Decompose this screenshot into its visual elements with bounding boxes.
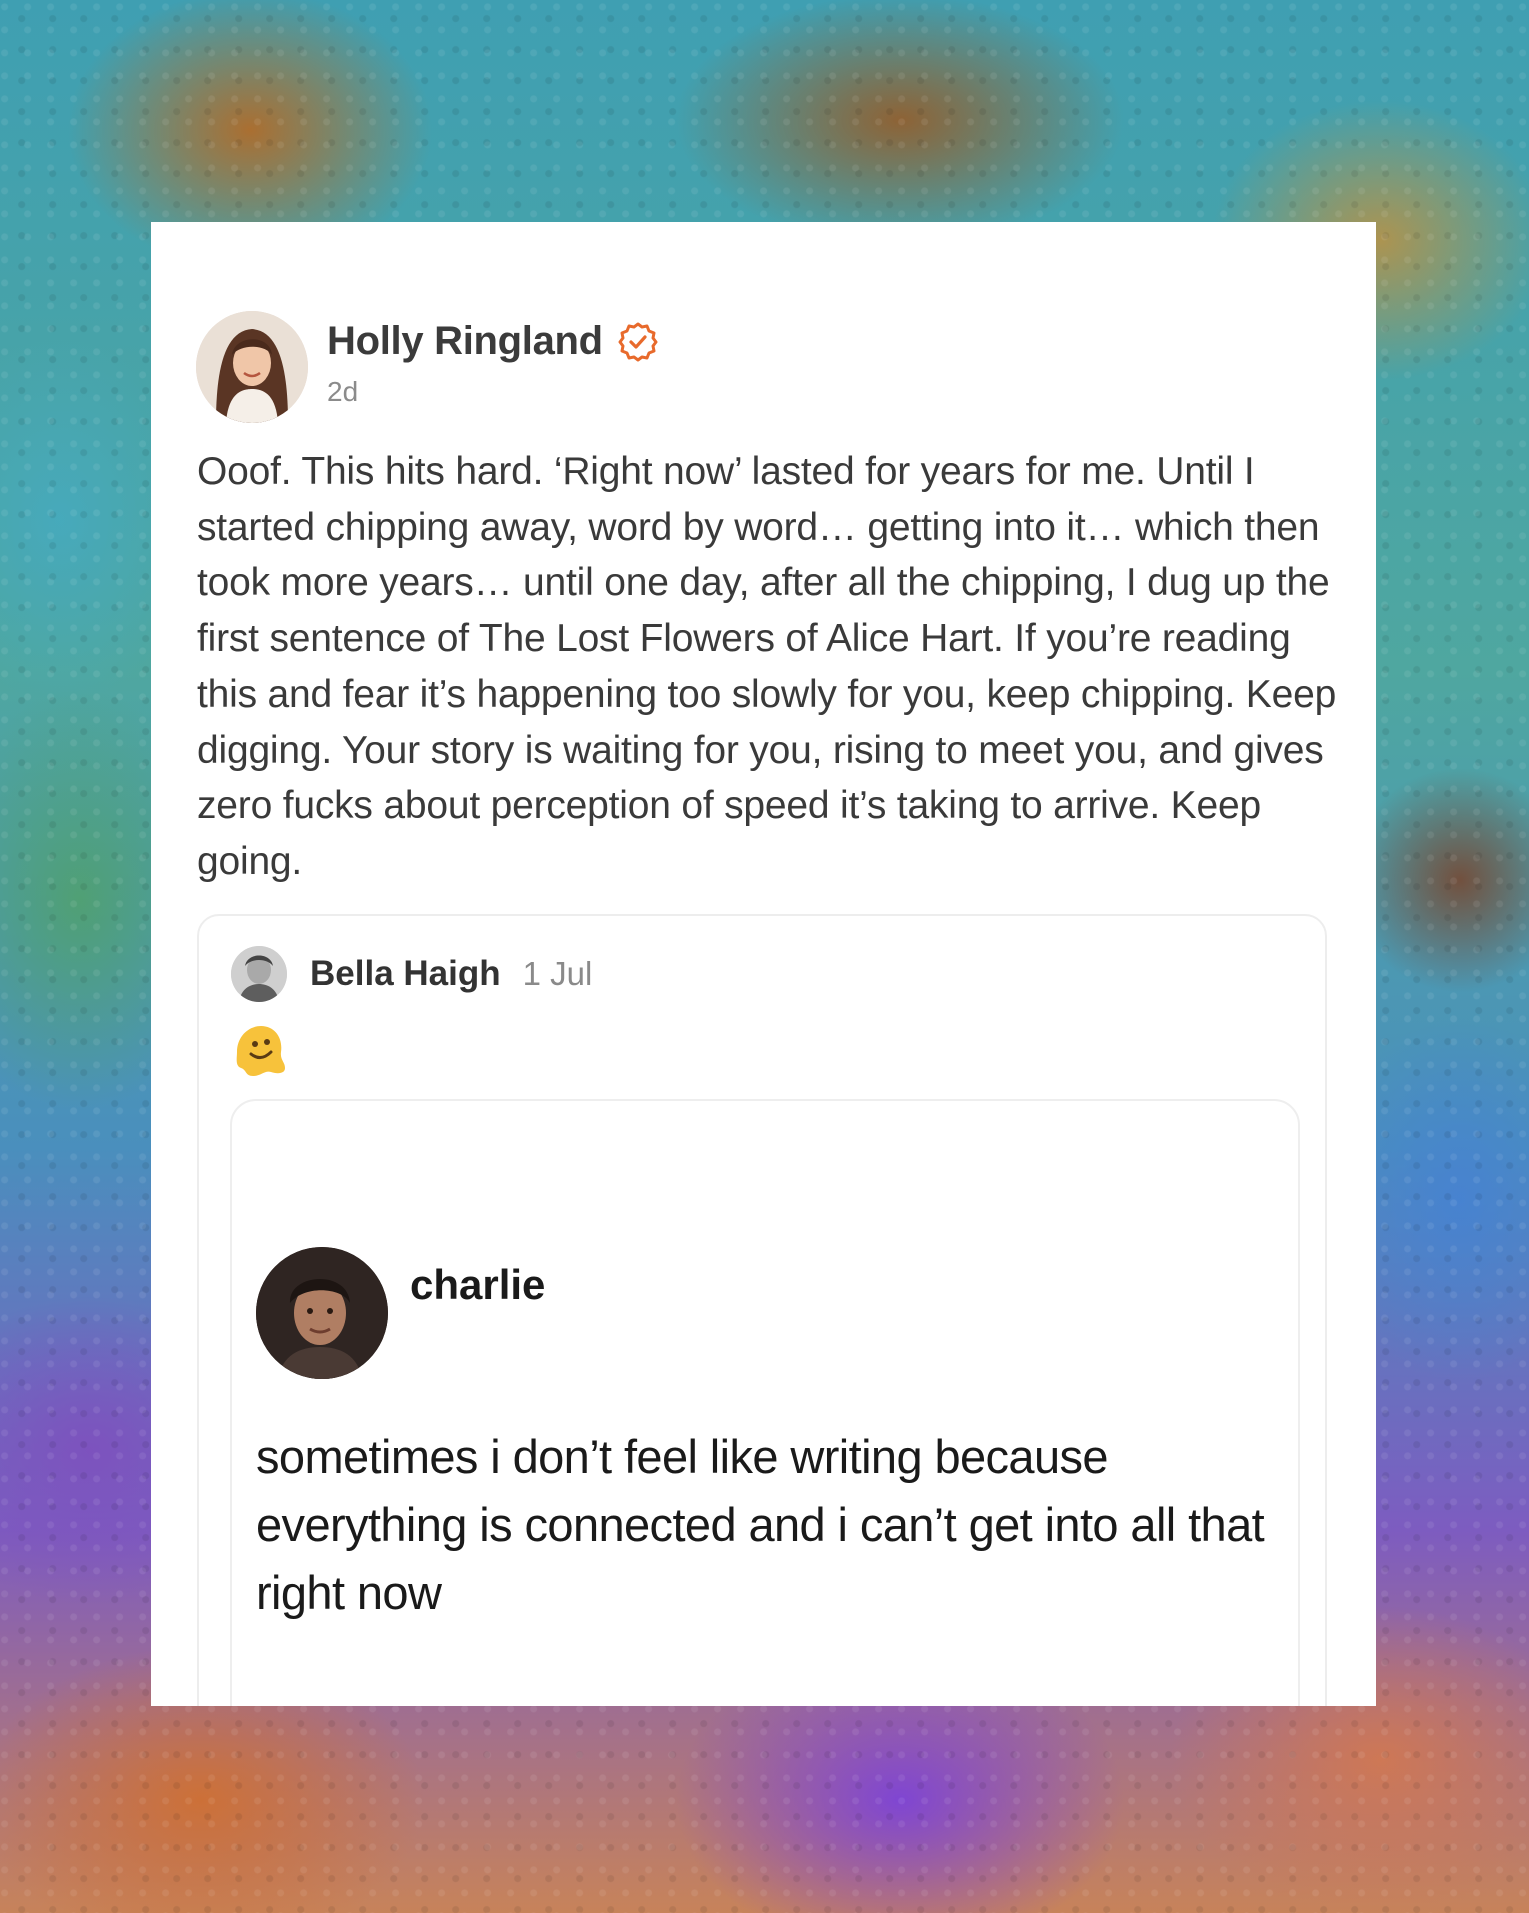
avatar[interactable] — [196, 311, 308, 423]
post-header: Holly Ringland 2d — [196, 311, 659, 423]
embedded-post-card[interactable]: charlie sometimes i don’t feel like writ… — [230, 1099, 1300, 1706]
quoted-post-card[interactable]: Bella Haigh 1 Jul charlie sometimes i do… — [197, 914, 1327, 1706]
author-row: Holly Ringland — [327, 319, 659, 364]
avatar-bella-image — [231, 946, 287, 1002]
quoted-post-header: Bella Haigh 1 Jul — [231, 946, 592, 1002]
quoted-author-name[interactable]: Bella Haigh — [310, 954, 501, 994]
embedded-post-text: sometimes i don’t feel like writing beca… — [256, 1430, 1265, 1619]
embedded-author-name[interactable]: charlie — [410, 1261, 545, 1309]
avatar[interactable] — [231, 946, 287, 1002]
avatar-holly-image — [196, 311, 308, 423]
melting-face-emoji-icon — [231, 1022, 287, 1078]
verified-check-icon — [617, 321, 659, 363]
avatar-charlie-image — [256, 1247, 388, 1379]
post-body-text: Ooof. This hits hard. ‘Right now’ lasted… — [197, 450, 1337, 883]
post-card: Holly Ringland 2d Ooof. This hits hard. … — [151, 222, 1376, 1706]
avatar[interactable] — [256, 1247, 388, 1379]
quoted-post-date: 1 Jul — [522, 955, 593, 992]
post-timestamp[interactable]: 2d — [327, 376, 659, 408]
author-block: Holly Ringland 2d — [327, 311, 659, 408]
author-name[interactable]: Holly Ringland — [327, 319, 603, 364]
